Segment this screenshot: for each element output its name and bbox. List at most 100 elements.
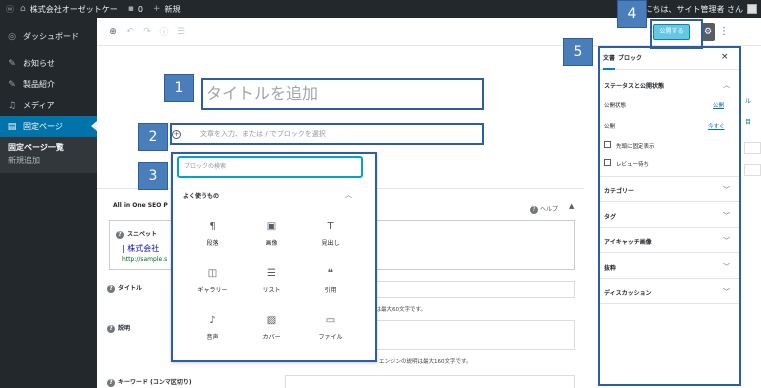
snippet-title: | 株式会社 — [122, 244, 160, 253]
sidebar-item-label: 固定ページ — [23, 122, 63, 131]
sidebar-item-news[interactable]: ✎ お知らせ — [0, 53, 97, 74]
outline-icon[interactable]: ☰ — [173, 27, 189, 37]
sidebar-item-products[interactable]: ✎ 製品紹介 — [0, 74, 97, 95]
sticky-checkbox[interactable] — [604, 141, 611, 148]
chevron-down-icon[interactable]: ﹀ — [723, 287, 730, 297]
block-cover[interactable]: ▨ カバー — [242, 308, 301, 355]
post-title-input[interactable]: タイトルを追加 — [201, 78, 484, 110]
seo-description-label: ? 説明 — [107, 323, 130, 333]
seo-title-label-text: タイトル — [118, 285, 143, 292]
image-block-icon: ▣ — [266, 221, 277, 232]
add-block-icon[interactable]: ⊕ — [105, 27, 121, 37]
sticky-label: 先頭に固定表示 — [616, 144, 655, 150]
chevron-down-icon[interactable]: ﹀ — [723, 262, 730, 272]
account-menu[interactable]: こんにちは、サイト管理者 さん — [628, 0, 757, 18]
status-visibility-heading[interactable]: ステータスと公開状態 — [604, 81, 664, 90]
divider — [600, 252, 739, 253]
sidebar-item-label: お知らせ — [23, 59, 55, 68]
divider — [600, 227, 739, 228]
document-settings-panel: 文書 ブロック × ステータスと公開状態 ︿ 公開状態 公開 公開 今すぐ 先頭… — [598, 46, 741, 386]
home-icon: ⌂ — [20, 4, 26, 14]
block-list[interactable]: ☰ リスト — [242, 261, 301, 308]
block-label: 引用 — [324, 287, 337, 294]
chevron-down-icon[interactable]: ﹀ — [723, 236, 730, 246]
chevron-up-icon[interactable]: ︿ — [723, 80, 730, 90]
tab-document[interactable]: 文書 — [603, 48, 616, 70]
sidebar-item-media[interactable]: ♫ メディア — [0, 95, 97, 116]
redo-icon[interactable]: ↷ — [139, 27, 155, 37]
callout-badge-3: 3 — [138, 162, 168, 190]
comments-link[interactable]: ▪ 0 — [128, 4, 143, 14]
block-paragraph[interactable]: ¶ 段落 — [183, 214, 242, 261]
seo-box-title: All in One SEO P — [113, 202, 168, 209]
seo-keywords-label: ? キーワード (コンマ区切り) — [107, 377, 192, 387]
block-label: ギャラリー — [197, 287, 228, 294]
help-icon: ? — [107, 285, 115, 293]
chevron-up-icon[interactable]: ︿ — [345, 190, 352, 200]
callout-badge-5: 5 — [563, 38, 593, 66]
block-audio[interactable]: ♪ 音声 — [183, 308, 242, 355]
block-image[interactable]: ▣ 画像 — [242, 214, 301, 261]
settings-tabs: 文書 ブロック × — [600, 48, 739, 70]
block-label: ファイル — [318, 334, 343, 341]
callout-badge-4: 4 — [617, 0, 647, 28]
seo-description-note: エンジンの説明は最大160文字です。 — [379, 359, 472, 365]
block-heading[interactable]: T 見出し — [301, 214, 360, 261]
cover-block-icon: ▨ — [266, 315, 277, 326]
file-block-icon: ▭ — [325, 315, 336, 326]
divider — [600, 278, 739, 279]
more-options-icon[interactable]: ⋮ — [719, 23, 729, 41]
block-search-input[interactable]: ブロックの検索 — [178, 157, 362, 177]
pending-review-checkbox[interactable] — [604, 159, 611, 166]
wordpress-logo-icon[interactable]: ⓦ — [0, 4, 20, 15]
submenu-add-new[interactable]: 新規追加 — [0, 154, 97, 167]
panel-categories[interactable]: カテゴリー — [604, 186, 634, 195]
site-name-link[interactable]: ⌂ 株式会社オーゼットケー — [20, 4, 118, 15]
pin-icon: ✎ — [8, 79, 16, 90]
tab-block[interactable]: ブロック — [618, 48, 642, 70]
block-inserter-popover: ブロックの検索 よく使うもの ︿ ¶ 段落 ▣ 画像 T 見出し ◫ ギャラリー ☰ リス… — [171, 152, 377, 362]
edge-box — [744, 142, 761, 154]
sidebar-item-pages[interactable]: ▤ 固定ページ — [0, 116, 97, 137]
block-file[interactable]: ▭ ファイル — [301, 308, 360, 355]
seo-description-label-text: 説明 — [118, 325, 131, 332]
block-gallery[interactable]: ◫ ギャラリー — [183, 261, 242, 308]
sidebar-item-dashboard[interactable]: ◎ ダッシュボード — [0, 26, 97, 47]
block-label: 画像 — [265, 240, 278, 247]
panel-excerpt[interactable]: 抜粋 — [604, 263, 616, 272]
close-icon[interactable]: × — [721, 52, 729, 62]
visibility-value-link[interactable]: 公開 — [713, 101, 724, 109]
publish-date-label: 公開 — [604, 124, 616, 130]
undo-icon[interactable]: ↶ — [122, 27, 138, 37]
sidebar-item-label: メディア — [23, 101, 55, 110]
panel-featured-image[interactable]: アイキャッチ画像 — [604, 237, 652, 246]
seo-keywords-input[interactable] — [285, 375, 575, 388]
help-icon: ? — [530, 206, 538, 214]
sidebar-item-label: ダッシュボード — [23, 32, 79, 41]
divider — [600, 201, 739, 202]
default-block-appender[interactable]: 文章を入力、または / でブロックを選択 — [170, 123, 484, 145]
panel-tags[interactable]: タグ — [604, 212, 616, 221]
submenu-all-pages[interactable]: 固定ページ一覧 — [0, 141, 97, 154]
heading-block-icon: T — [327, 221, 334, 232]
panel-discussion[interactable]: ディスカッション — [604, 288, 652, 297]
pending-review-label: レビュー待ち — [616, 162, 650, 168]
publish-date-link[interactable]: 今すぐ — [708, 122, 725, 130]
chevron-down-icon[interactable]: ﹀ — [723, 185, 730, 195]
block-quote[interactable]: ❝ 引用 — [301, 261, 360, 308]
admin-sidebar: ◎ ダッシュボード ✎ お知らせ ✎ 製品紹介 ♫ メディア ▤ 固定ページ 固… — [0, 18, 97, 388]
settings-gear-icon[interactable]: ⚙ — [701, 23, 715, 41]
plus-icon: + — [152, 4, 161, 14]
new-content-link[interactable]: + 新規 — [153, 4, 181, 15]
divider — [600, 176, 739, 177]
publish-highlight-frame — [650, 19, 703, 49]
seo-keywords-label-text: キーワード (コンマ区切り) — [118, 379, 192, 386]
chevron-down-icon[interactable]: ﹀ — [723, 211, 730, 221]
info-icon[interactable]: ⓘ — [156, 25, 172, 38]
inline-add-block-icon[interactable]: + — [172, 130, 181, 139]
comment-icon: ▪ — [127, 4, 134, 14]
most-used-heading[interactable]: よく使うもの — [183, 191, 219, 200]
collapse-caret-icon[interactable]: ▲ — [569, 202, 574, 210]
help-icon: ? — [107, 325, 115, 333]
help-link[interactable]: ? ヘルプ — [530, 204, 558, 214]
